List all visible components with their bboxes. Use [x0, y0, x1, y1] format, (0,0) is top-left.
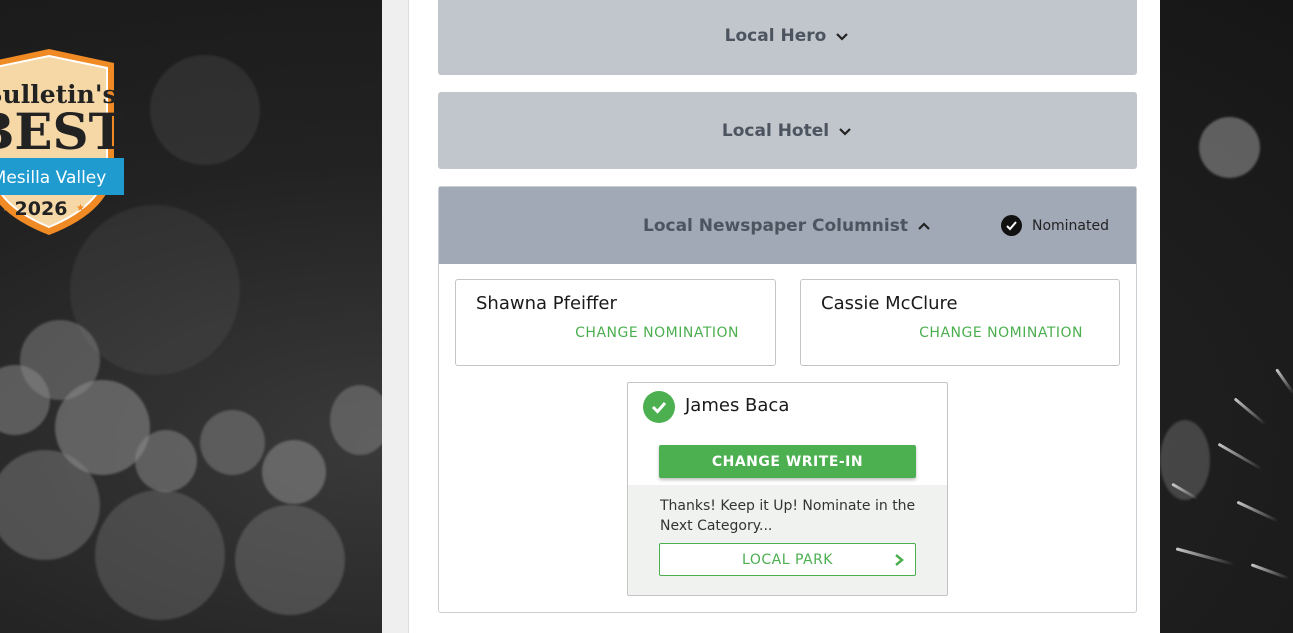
nominee-name: Cassie McClure: [821, 293, 958, 314]
next-category-label: LOCAL PARK: [742, 551, 833, 568]
nominee-name: Shawna Pfeiffer: [476, 293, 617, 314]
write-in-name: James Baca: [685, 395, 790, 416]
next-category-panel: Thanks! Keep it Up! Nominate in the Next…: [628, 485, 947, 595]
change-nomination-link[interactable]: CHANGE NOMINATION: [919, 325, 1083, 341]
nominee-card: Shawna Pfeiffer CHANGE NOMINATION: [455, 279, 776, 366]
svg-text:★: ★: [2, 203, 11, 214]
category-local-hero[interactable]: Local Hero: [438, 0, 1137, 75]
category-title: Local Hotel: [721, 120, 830, 141]
logo-ribbon: Mesilla Valley: [0, 168, 106, 188]
svg-text:★: ★: [76, 203, 85, 214]
nomination-page: Local Hero Local Hotel Local Newspaper C…: [382, 0, 1160, 633]
chevron-up-icon: [918, 221, 930, 230]
check-circle-icon: [643, 391, 675, 423]
bulletins-best-logo: Bulletin's BEST Mesilla Valley 2026 ★ ★: [0, 49, 124, 235]
chevron-down-icon: [836, 32, 849, 41]
page-left-rail: [382, 0, 409, 633]
nominated-label: Nominated: [1031, 217, 1109, 234]
nominated-status: Nominated: [1000, 215, 1109, 236]
chevron-down-icon: [839, 127, 851, 136]
next-category-message: Thanks! Keep it Up! Nominate in the Next…: [660, 498, 916, 534]
category-title: Local Newspaper Columnist: [642, 215, 908, 236]
change-write-in-button[interactable]: CHANGE WRITE-IN: [659, 445, 916, 478]
category-local-newspaper-columnist: Local Newspaper Columnist Nominated Shaw…: [438, 186, 1137, 613]
logo-line2: BEST: [0, 102, 124, 161]
next-category-button[interactable]: LOCAL PARK: [659, 543, 916, 576]
category-title: Local Hero: [724, 25, 827, 46]
logo-year: 2026: [15, 198, 68, 220]
category-local-hotel[interactable]: Local Hotel: [438, 92, 1137, 169]
write-in-card: James Baca CHANGE WRITE-IN Thanks! Keep …: [627, 382, 948, 596]
nominee-card: Cassie McClure CHANGE NOMINATION: [800, 279, 1120, 366]
category-header[interactable]: Local Newspaper Columnist Nominated: [439, 187, 1136, 264]
check-circle-icon: [1000, 215, 1022, 236]
chevron-right-icon: [895, 554, 904, 566]
change-nomination-link[interactable]: CHANGE NOMINATION: [575, 325, 739, 341]
